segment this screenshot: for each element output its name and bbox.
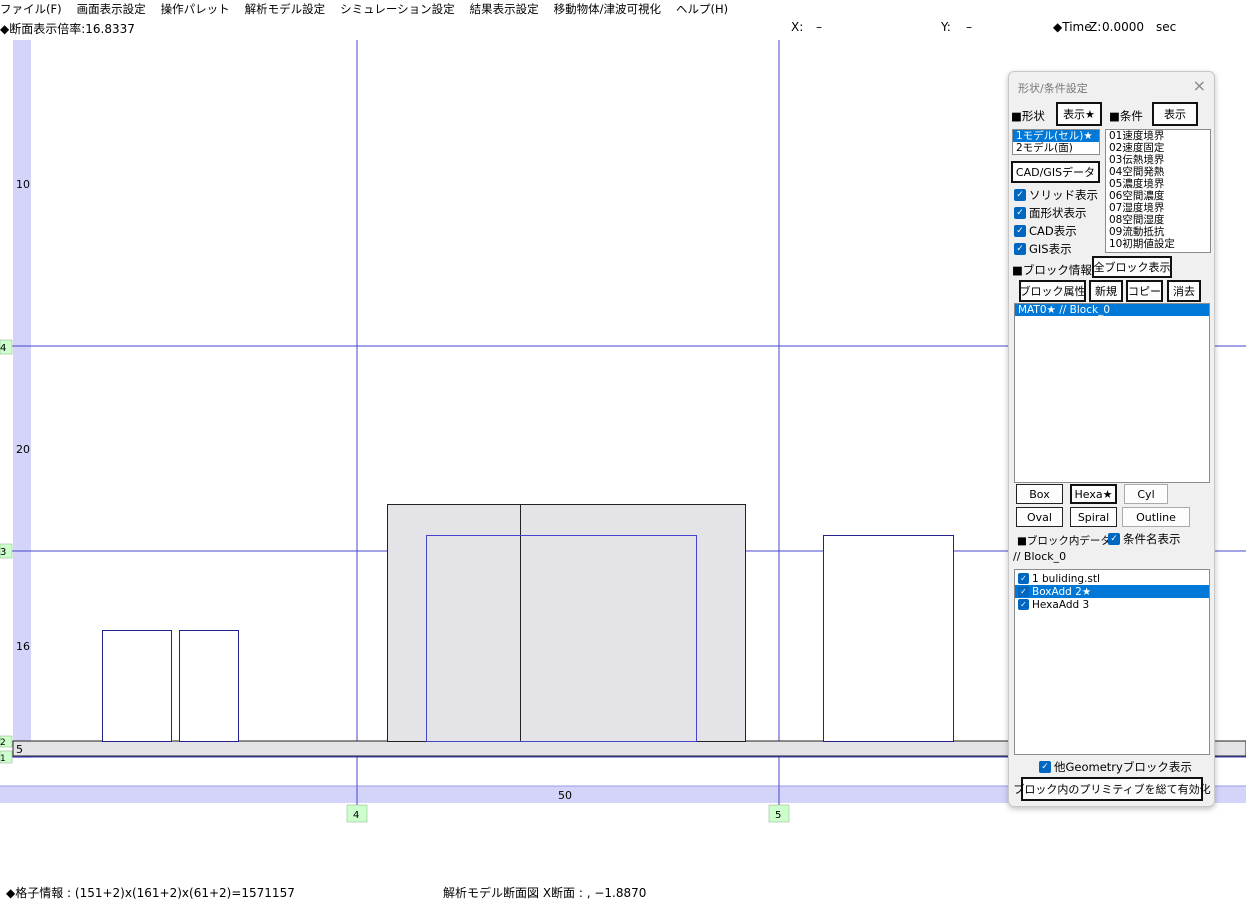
model-item[interactable]: 2モデル(面) — [1013, 142, 1099, 154]
block-data-item[interactable]: ✓ BoxAdd 2★ — [1015, 585, 1209, 598]
left-axis-label: 20 — [16, 443, 30, 456]
menu-operation-palette[interactable]: 操作パレット — [161, 1, 237, 17]
menu-simulation-settings[interactable]: シミュレーション設定 — [340, 1, 462, 17]
checkbox-icon: ✓ — [1018, 586, 1029, 597]
delete-block-button[interactable]: 消去 — [1167, 280, 1201, 302]
time-value: 0.0000 — [1102, 20, 1144, 34]
checkbox-icon: ✓ — [1014, 189, 1026, 201]
solid-display-check[interactable]: ✓ ソリッド表示 — [1014, 187, 1098, 203]
block-list: MAT0★ // Block_0 — [1014, 303, 1210, 483]
menu-file[interactable]: ファイル(F) — [0, 1, 69, 17]
all-block-display-button[interactable]: 全ブロック表示 — [1092, 256, 1172, 278]
condition-item[interactable]: 02速度固定 — [1106, 142, 1210, 154]
condition-item[interactable]: 06空間濃度 — [1106, 190, 1210, 202]
left-axis-label: 5 — [16, 743, 23, 756]
condition-label: ■条件 — [1109, 109, 1143, 123]
z-label: Z: — [1089, 20, 1102, 34]
checkbox-icon: ✓ — [1018, 599, 1029, 610]
cyl-primitive-button[interactable]: Cyl — [1124, 484, 1168, 504]
time-unit: sec — [1156, 20, 1177, 34]
condition-show-button[interactable]: 表示 — [1152, 102, 1198, 126]
menu-result-settings[interactable]: 結果表示設定 — [470, 1, 546, 17]
outline-primitive-button[interactable]: Outline — [1122, 507, 1190, 527]
left-marker-label: 3 — [0, 547, 6, 558]
shape-show-button[interactable]: 表示★ — [1056, 102, 1102, 126]
box-primitive-button[interactable]: Box — [1016, 484, 1063, 504]
condition-name-display-check[interactable]: ✓ 条件名表示 — [1108, 531, 1181, 547]
menu-model-settings[interactable]: 解析モデル設定 — [245, 1, 333, 17]
condition-item[interactable]: 04空間発熱 — [1106, 166, 1210, 178]
building-small-1 — [102, 630, 172, 742]
block-data-list: ✓ 1 buliding.stl ✓ BoxAdd 2★ ✓ HexaAdd 3 — [1014, 569, 1210, 755]
bottom-marker-label: 5 — [775, 810, 781, 821]
left-marker-label: 4 — [0, 343, 6, 354]
info-bar: ◆断面表示倍率:16.8337 X: – Y: – ◆Time Z: 0.000… — [0, 18, 1246, 40]
menu-moving-object[interactable]: 移動物体/津波可視化 — [554, 1, 668, 17]
cad-display-check[interactable]: ✓ CAD表示 — [1014, 223, 1077, 239]
block-attribute-button[interactable]: ブロック属性 — [1019, 280, 1086, 302]
zoom-readout: ◆断面表示倍率:16.8337 — [0, 22, 135, 36]
building-small-2 — [179, 630, 239, 742]
condition-item[interactable]: 08空間湿度 — [1106, 214, 1210, 226]
x-value: – — [816, 20, 822, 34]
y-value: – — [966, 20, 972, 34]
enable-all-primitives-button[interactable]: ブロック内のプリミティブを総て有効化 — [1013, 777, 1211, 801]
menu-display-settings[interactable]: 画面表示設定 — [77, 1, 153, 17]
spiral-primitive-button[interactable]: Spiral — [1070, 507, 1117, 527]
menu-bar: ファイル(F) 画面表示設定 操作パレット 解析モデル設定 シミュレーション設定… — [0, 0, 1246, 18]
section-info: 解析モデル断面図 X断面 : , −1.8870 — [437, 884, 1179, 902]
shape-label: ■形状 — [1011, 109, 1045, 123]
condition-list: 01速度境界 02速度固定 03伝熱境界 04空間発熱 05濃度境界 06空間濃… — [1105, 129, 1211, 253]
panel-title: 形状/条件設定 — [1018, 82, 1088, 95]
block-data-item[interactable]: ✓ 1 buliding.stl — [1015, 572, 1209, 585]
checkbox-icon: ✓ — [1014, 243, 1026, 255]
left-axis-label: 10 — [16, 178, 30, 191]
block-data-item[interactable]: ✓ HexaAdd 3 — [1015, 598, 1209, 611]
condition-item[interactable]: 10初期値設定 — [1106, 238, 1210, 250]
condition-item[interactable]: 03伝熱境界 — [1106, 154, 1210, 166]
left-marker-label: 2 — [0, 738, 6, 748]
checkbox-icon: ✓ — [1014, 207, 1026, 219]
cad-gis-data-button[interactable]: CAD/GISデータ — [1011, 161, 1100, 183]
bottom-marker-label: 4 — [353, 810, 359, 821]
building-central-solid — [387, 504, 746, 742]
condition-item[interactable]: 01速度境界 — [1106, 130, 1210, 142]
other-geometry-block-check[interactable]: ✓ 他Geometryブロック表示 — [1039, 759, 1192, 775]
block-name: // Block_0 — [1013, 550, 1067, 563]
grid-info: ◆格子情報 : (151+2)x(161+2)x(61+2)=1571157 — [0, 884, 415, 902]
close-icon[interactable]: × — [1193, 76, 1206, 95]
building-right — [823, 535, 954, 742]
x-label: X: — [791, 20, 804, 34]
new-block-button[interactable]: 新規 — [1089, 280, 1123, 302]
condition-item[interactable]: 07湿度境界 — [1106, 202, 1210, 214]
model-list: 1モデル(セル)★ 2モデル(面) — [1012, 129, 1100, 155]
block-item[interactable]: MAT0★ // Block_0 — [1015, 304, 1209, 316]
checkbox-icon: ✓ — [1014, 225, 1026, 237]
hexa-primitive-button[interactable]: Hexa★ — [1070, 484, 1117, 504]
checkbox-icon: ✓ — [1018, 573, 1029, 584]
block-data-label: ■ブロック内データ — [1017, 535, 1111, 547]
model-item[interactable]: 1モデル(セル)★ — [1013, 130, 1099, 142]
y-label: Y: — [941, 20, 951, 34]
surface-display-check[interactable]: ✓ 面形状表示 — [1014, 205, 1087, 221]
checkbox-icon: ✓ — [1108, 533, 1120, 545]
left-marker-label: 1 — [0, 754, 6, 764]
status-bar: ◆格子情報 : (151+2)x(161+2)x(61+2)=1571157 解… — [0, 880, 1246, 902]
left-axis-label: 16 — [16, 640, 30, 653]
gis-display-check[interactable]: ✓ GIS表示 — [1014, 241, 1072, 257]
block-info-label: ■ブロック情報 — [1012, 263, 1092, 277]
copy-block-button[interactable]: コピー — [1126, 280, 1163, 302]
condition-item[interactable]: 09流動抵抗 — [1106, 226, 1210, 238]
checkbox-icon: ✓ — [1039, 761, 1051, 773]
menu-help[interactable]: ヘルプ(H) — [676, 1, 735, 17]
time-label: ◆Time — [1053, 20, 1092, 34]
oval-primitive-button[interactable]: Oval — [1016, 507, 1063, 527]
condition-item[interactable]: 05濃度境界 — [1106, 178, 1210, 190]
bottom-axis-label: 50 — [558, 789, 572, 802]
shape-condition-panel: 形状/条件設定 × ■形状 表示★ ■条件 表示 1モデル(セル)★ 2モデル(… — [1008, 71, 1215, 807]
